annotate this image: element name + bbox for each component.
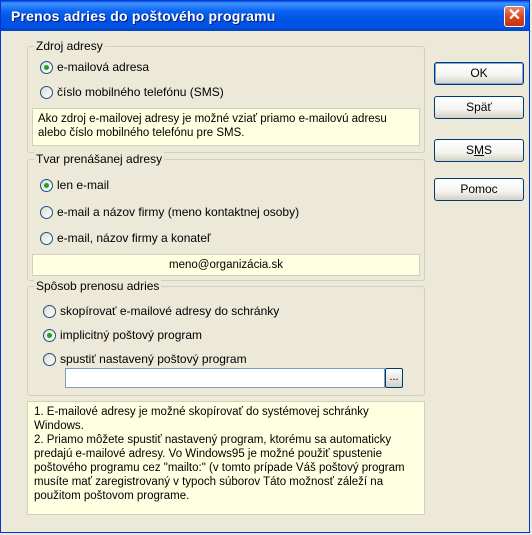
- radio-icon: [40, 178, 53, 192]
- window-title: Prenos adries do poštového programu: [11, 8, 276, 24]
- sms-label-accel: M: [474, 143, 484, 157]
- radio-copy-clipboard[interactable]: skopírovať e-mailové adresy do schránky: [43, 303, 279, 319]
- close-icon: ✕: [507, 7, 522, 24]
- ok-button[interactable]: OK: [434, 62, 524, 85]
- transfer-group-legend: Spôsob prenosu adries: [34, 279, 162, 293]
- help-button[interactable]: Pomoc: [434, 178, 524, 201]
- radio-run-configured-program[interactable]: spustiť nastavený poštový program: [43, 351, 247, 367]
- radio-icon: [43, 352, 56, 366]
- source-info-text: Ako zdroj e-mailovej adresy je možné vzi…: [38, 113, 387, 139]
- title-bar[interactable]: Prenos adries do poštového programu ✕: [1, 1, 529, 31]
- close-button[interactable]: ✕: [504, 6, 525, 27]
- format-group: Tvar prenášanej adresy len e-mail e-mail…: [27, 152, 425, 281]
- radio-label: e-mailová adresa: [57, 60, 150, 74]
- radio-label: e-mail, názov firmy a konateľ: [57, 231, 211, 245]
- radio-icon: [43, 304, 56, 318]
- source-group: Zdroj adresy e-mailová adresa číslo mobi…: [27, 39, 425, 153]
- transfer-info-line-2: 2. Priamo môžete spustiť nastavený progr…: [34, 434, 405, 502]
- sms-label-prefix: S: [465, 143, 474, 157]
- radio-label: implicitný poštový program: [60, 328, 203, 342]
- source-group-legend: Zdroj adresy: [34, 39, 105, 53]
- radio-email-only[interactable]: len e-mail: [40, 177, 109, 193]
- format-group-legend: Tvar prenášanej adresy: [34, 152, 165, 166]
- radio-label: skopírovať e-mailové adresy do schránky: [60, 304, 280, 318]
- radio-label: spustiť nastavený poštový program: [60, 352, 247, 366]
- radio-icon: [43, 328, 56, 342]
- radio-icon: [40, 60, 53, 74]
- radio-icon: [40, 85, 53, 99]
- radio-email-company-director[interactable]: e-mail, názov firmy a konateľ: [40, 230, 211, 246]
- radio-email-address[interactable]: e-mailová adresa: [40, 59, 149, 75]
- browse-button[interactable]: ...: [385, 368, 403, 388]
- radio-label: len e-mail: [57, 178, 110, 192]
- radio-mobile-number[interactable]: číslo mobilného telefónu (SMS): [40, 84, 224, 100]
- radio-default-mail-program[interactable]: implicitný poštový program: [43, 327, 202, 343]
- radio-label: číslo mobilného telefónu (SMS): [57, 85, 224, 99]
- radio-email-company[interactable]: e-mail a názov firmy (meno kontaktnej os…: [40, 204, 299, 220]
- address-preview-text: meno@organizácia.sk: [169, 259, 283, 271]
- dialog-window: Prenos adries do poštového programu ✕ Zd…: [0, 0, 530, 533]
- program-path-input[interactable]: [65, 368, 385, 388]
- source-info: Ako zdroj e-mailovej adresy je možné vzi…: [32, 108, 420, 146]
- transfer-info: 1. E-mailové adresy je možné skopírovať …: [27, 401, 425, 515]
- radio-icon: [40, 231, 53, 245]
- back-button[interactable]: Späť: [434, 96, 524, 119]
- address-preview: meno@organizácia.sk: [32, 254, 420, 276]
- radio-icon: [40, 205, 53, 219]
- sms-label-suffix: S: [484, 143, 493, 157]
- radio-label: e-mail a názov firmy (meno kontaktnej os…: [57, 205, 300, 219]
- transfer-info-line-1: 1. E-mailové adresy je možné skopírovať …: [34, 406, 369, 432]
- sms-button[interactable]: SMS: [434, 139, 524, 162]
